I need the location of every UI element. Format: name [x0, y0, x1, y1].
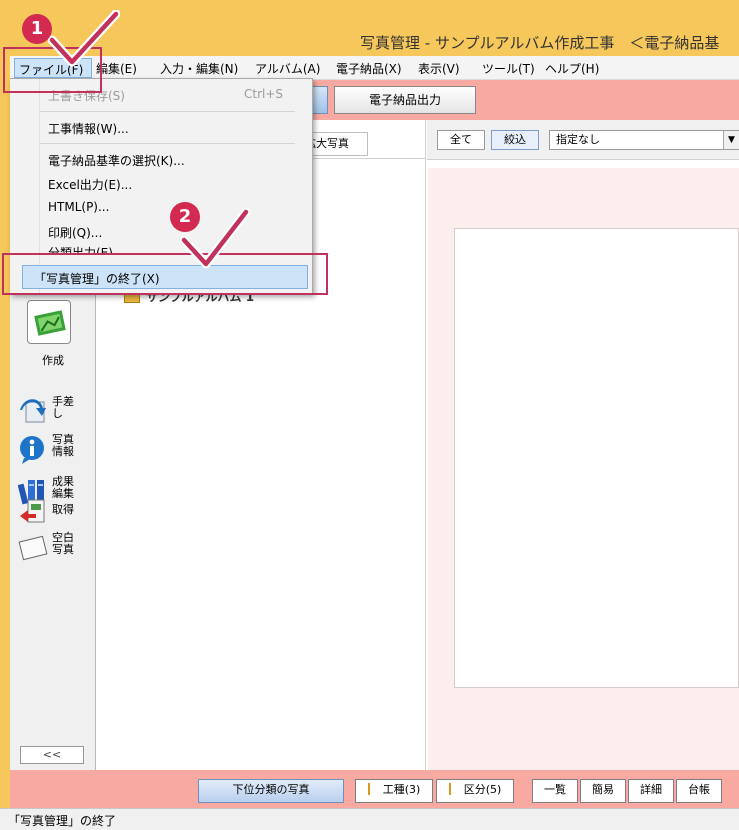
create-album-tool[interactable]: 作成 — [24, 300, 80, 370]
status-text: 「写真管理」の終了 — [8, 814, 117, 828]
photo-page-preview — [454, 228, 739, 688]
manual-insert-icon — [20, 399, 46, 423]
tool-acquire[interactable]: 取得 — [18, 496, 94, 532]
callout-frame-step-2 — [2, 253, 328, 295]
menu-item-html[interactable]: HTML(P)... — [48, 200, 109, 214]
menu-input-edit[interactable]: 入力・編集(N) — [160, 60, 238, 77]
filter-select-value: 指定なし — [556, 133, 600, 146]
menu-item-excel-output[interactable]: Excel出力(E)... — [48, 176, 132, 193]
work-type-button[interactable]: 工種(3) — [355, 779, 433, 803]
blank-photo-icon — [18, 535, 48, 561]
step-badge-1: 1 — [22, 14, 52, 44]
create-album-label: 作成 — [42, 354, 64, 367]
window-title: 写真管理 - サンプルアルバム作成工事 ＜電子納品基 — [360, 34, 720, 52]
acquire-label: 取得 — [52, 503, 74, 516]
acquire-icon — [20, 499, 45, 523]
tree-icon — [448, 783, 461, 795]
view-ledger-button[interactable]: 台帳 — [676, 779, 722, 803]
step-badge-2: 2 — [170, 202, 200, 232]
manual-insert-label: 手差し — [52, 395, 74, 420]
blank-photo-label: 空白写真 — [52, 531, 74, 556]
category-button[interactable]: 区分(5) — [436, 779, 514, 803]
window-frame-left — [0, 56, 10, 830]
menu-separator — [40, 111, 295, 112]
category-label: 区分(5) — [463, 783, 502, 796]
filter-select[interactable]: 指定なし — [549, 130, 739, 150]
photo-info-label: 写真情報 — [52, 433, 74, 458]
menu-help[interactable]: ヘルプ(H) — [545, 60, 599, 77]
work-type-label: 工種(3) — [382, 783, 421, 796]
sub-category-photos-button[interactable]: 下位分類の写真 — [198, 779, 344, 803]
menu-tools[interactable]: ツール(T) — [482, 60, 535, 77]
menu-album[interactable]: アルバム(A) — [255, 60, 320, 77]
tree-icon — [367, 783, 380, 795]
chevron-down-icon[interactable]: ▼ — [723, 131, 739, 149]
electronic-delivery-export-button[interactable]: 電子納品出力 — [334, 86, 476, 114]
tool-manual-insert[interactable]: 手差し — [18, 394, 94, 430]
menu-item-project-info[interactable]: 工事情報(W)... — [48, 120, 129, 137]
filter-narrow-button[interactable]: 絞込 — [491, 130, 539, 150]
tool-blank-photo[interactable]: 空白写真 — [18, 530, 94, 566]
collapse-button[interactable]: << — [20, 746, 84, 764]
view-simple-button[interactable]: 簡易 — [580, 779, 626, 803]
filter-all-button[interactable]: 全て — [437, 130, 485, 150]
menu-item-overwrite-save-shortcut: Ctrl+S — [244, 87, 284, 101]
checkmark-icon — [48, 10, 120, 67]
view-list-button[interactable]: 一覧 — [532, 779, 578, 803]
menu-separator — [40, 143, 295, 144]
menu-electronic-delivery[interactable]: 電子納品(X) — [336, 60, 402, 77]
view-detail-button[interactable]: 詳細 — [628, 779, 674, 803]
menu-item-print[interactable]: 印刷(Q)... — [48, 224, 102, 241]
tool-photo-info[interactable]: 写真情報 — [18, 432, 94, 468]
info-icon — [20, 436, 44, 464]
menu-view[interactable]: 表示(V) — [418, 60, 460, 77]
menu-item-category-output[interactable]: 分類出力(E) — [48, 244, 113, 253]
menu-item-select-standard[interactable]: 電子納品基準の選択(K)... — [48, 152, 185, 169]
create-album-icon — [27, 300, 71, 344]
